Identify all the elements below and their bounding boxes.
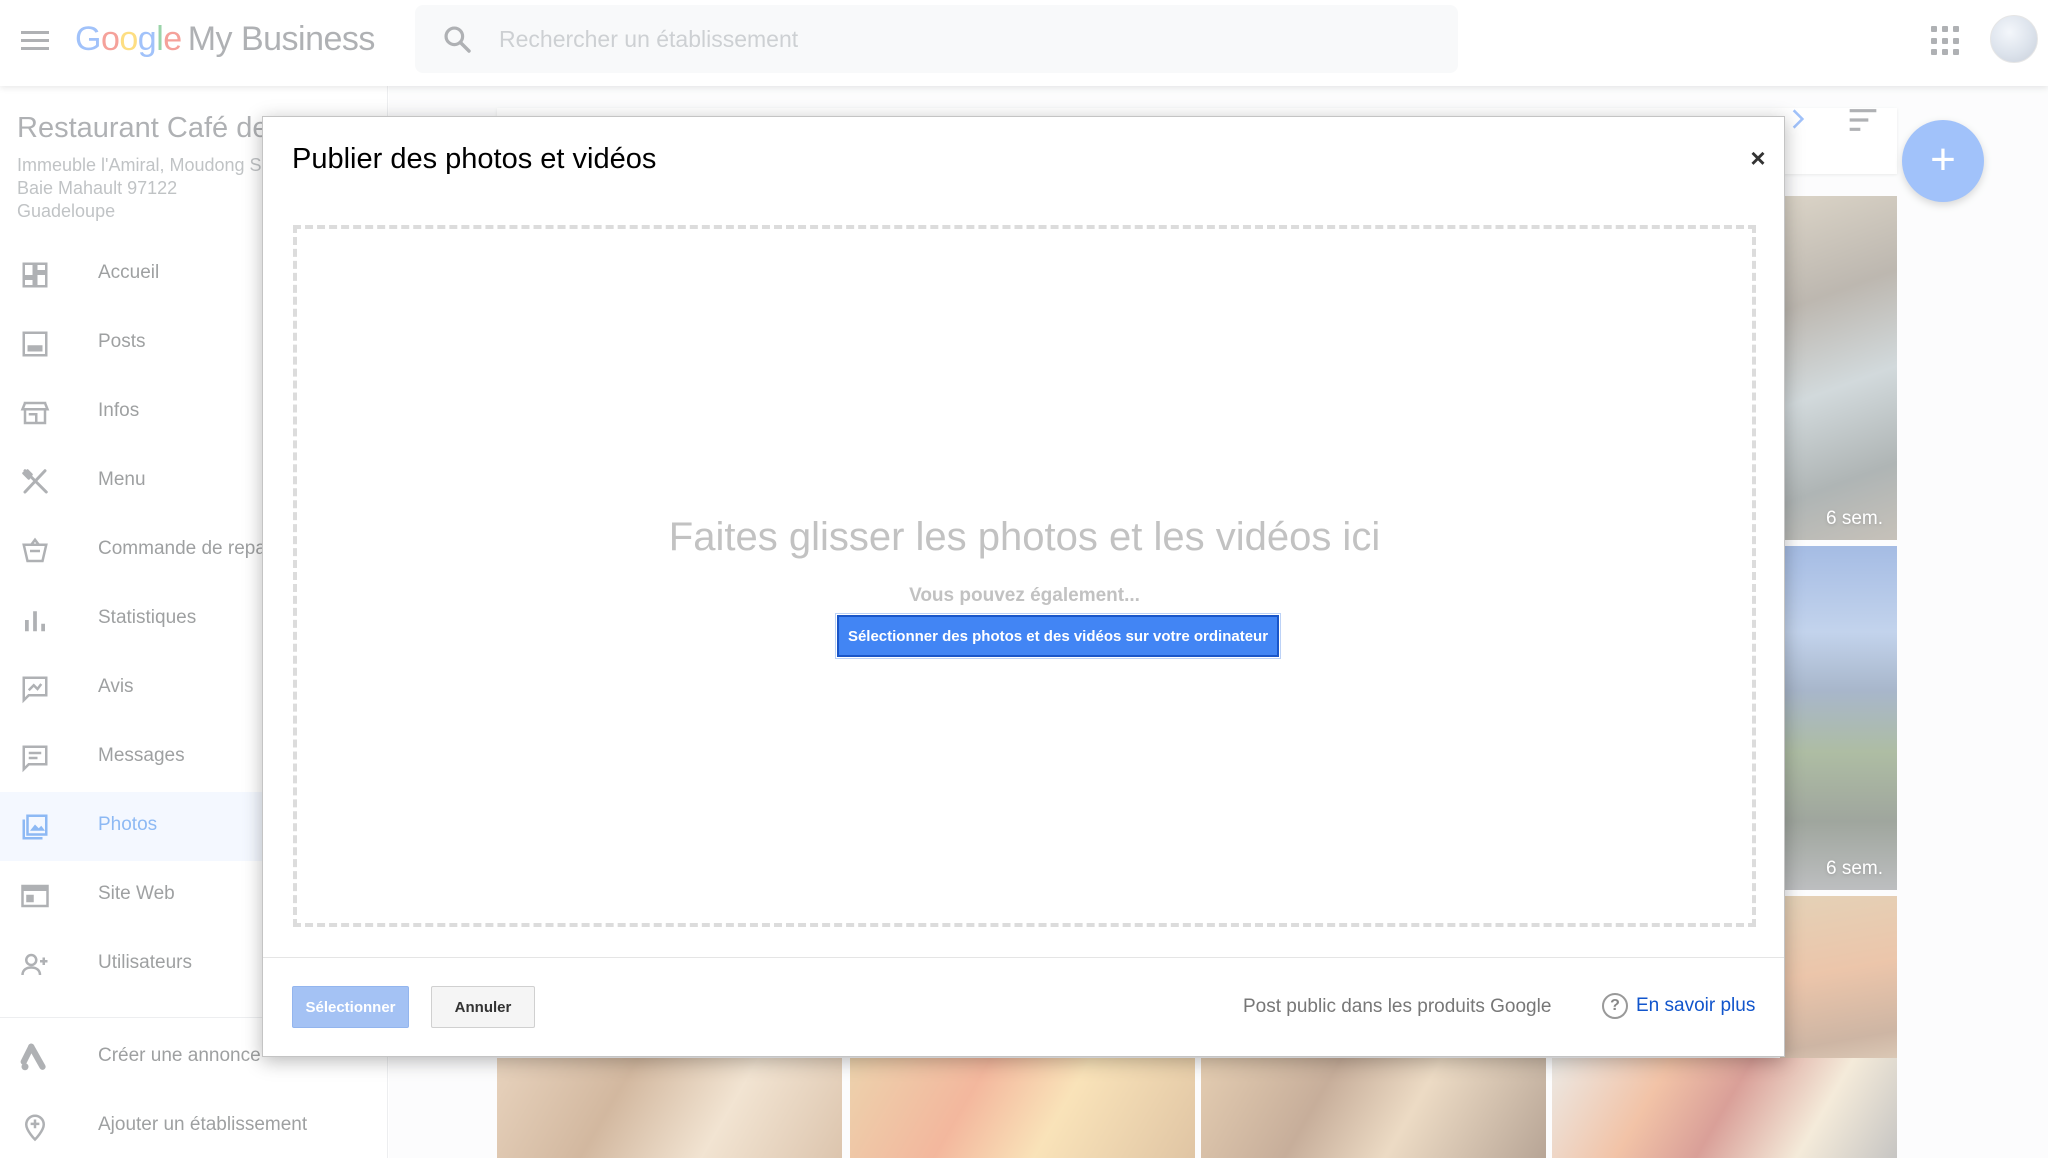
select-from-computer-button[interactable]: Sélectionner des photos et des vidéos su… xyxy=(835,613,1281,659)
learn-more-link[interactable]: En savoir plus xyxy=(1636,995,1755,1017)
cancel-button[interactable]: Annuler xyxy=(431,986,535,1028)
upload-dialog: Publier des photos et vidéos × Faites gl… xyxy=(262,116,1785,1057)
dialog-title: Publier des photos et vidéos xyxy=(292,143,657,175)
drop-zone-title: Faites glisser les photos et les vidéos … xyxy=(668,515,1381,559)
drop-zone-subtitle: Vous pouvez également... xyxy=(909,585,1140,606)
drop-zone[interactable]: Faites glisser les photos et les vidéos … xyxy=(293,225,1756,927)
public-post-note: Post public dans les produits Google xyxy=(1243,996,1552,1017)
dialog-footer-divider xyxy=(263,957,1784,958)
help-icon[interactable]: ? xyxy=(1602,993,1628,1019)
select-button[interactable]: Sélectionner xyxy=(292,986,409,1028)
close-icon[interactable]: × xyxy=(1743,143,1773,173)
